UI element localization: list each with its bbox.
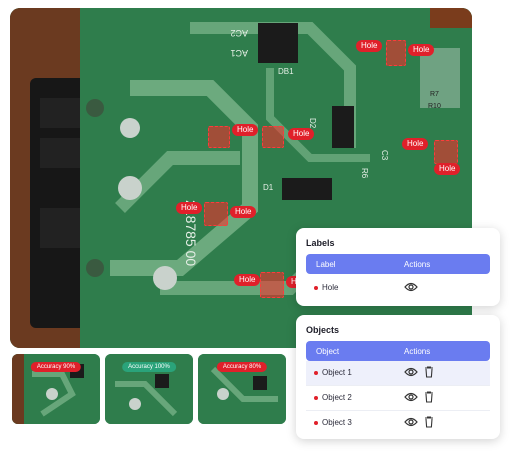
object-name: Object 3: [322, 418, 352, 427]
hole-detection-tag: Hole: [356, 40, 383, 52]
objects-panel-title: Objects: [306, 325, 340, 335]
board-label-d1: D1: [263, 183, 274, 192]
thumbnail-1[interactable]: Accuracy 90%: [12, 354, 100, 424]
board-label-r6: R6: [360, 168, 369, 179]
hole-detection-tag: Hole: [230, 206, 257, 218]
hole-detection-tag: Hole: [232, 124, 259, 136]
hole-detection-tag: Hole: [288, 128, 315, 140]
hole-detection-box[interactable]: [386, 40, 406, 66]
hole-detection-tag: Hole: [176, 202, 203, 214]
accuracy-badge: Accuracy 100%: [122, 362, 176, 372]
hole-detection-box[interactable]: [204, 202, 228, 226]
hole-detection-tag: Hole: [402, 138, 429, 150]
object-color-dot: [314, 396, 318, 400]
label-name: Hole: [322, 283, 339, 292]
hole-detection-tag: Hole: [234, 274, 261, 286]
thumbnail-2[interactable]: Accuracy 100%: [105, 354, 193, 424]
object-row-1[interactable]: Object 1: [306, 361, 490, 386]
eye-icon[interactable]: [404, 391, 418, 405]
label-color-dot: [314, 286, 318, 290]
object-name: Object 1: [322, 368, 352, 377]
hole-detection-box[interactable]: [434, 140, 458, 164]
trash-icon[interactable]: [424, 416, 434, 430]
column-header-label: Label: [316, 260, 336, 269]
labels-panel-title: Labels: [306, 238, 335, 248]
hole-detection-box[interactable]: [262, 126, 284, 148]
thumbnail-3[interactable]: Accuracy 80%: [198, 354, 286, 424]
eye-icon[interactable]: [404, 416, 418, 430]
eye-icon[interactable]: [404, 281, 418, 295]
object-row-3[interactable]: Object 3: [306, 411, 490, 435]
object-color-dot: [314, 421, 318, 425]
trash-icon[interactable]: [424, 366, 434, 380]
hole-detection-box[interactable]: [260, 272, 284, 298]
eye-icon[interactable]: [404, 366, 418, 380]
column-header-actions: Actions: [404, 347, 431, 356]
board-label-r7: R7: [430, 91, 439, 98]
board-label-r10: R10: [428, 103, 441, 110]
object-name: Object 2: [322, 393, 352, 402]
accuracy-badge: Accuracy 90%: [30, 362, 82, 372]
labels-panel: Labels Label Actions Hole: [296, 228, 500, 306]
board-label-ac1: AC1: [230, 48, 248, 58]
trash-icon[interactable]: [424, 391, 434, 405]
object-row-2[interactable]: Object 2: [306, 386, 490, 411]
board-label-db1: DB1: [278, 67, 294, 76]
board-label-ac2: AC2: [230, 28, 248, 38]
accuracy-badge: Accuracy 80%: [216, 362, 268, 372]
object-color-dot: [314, 371, 318, 375]
objects-panel: Objects Object Actions Object 1 Object 2…: [296, 315, 500, 439]
board-label-c3: C3: [380, 150, 389, 161]
label-row[interactable]: Hole: [306, 276, 490, 300]
column-header-actions: Actions: [404, 260, 431, 269]
hole-detection-tag: Hole: [408, 44, 435, 56]
objects-table-header: Object Actions: [306, 341, 490, 361]
hole-detection-box[interactable]: [208, 126, 230, 148]
labels-table-header: Label Actions: [306, 254, 490, 274]
hole-detection-tag: Hole: [434, 163, 461, 175]
column-header-object: Object: [316, 347, 340, 356]
